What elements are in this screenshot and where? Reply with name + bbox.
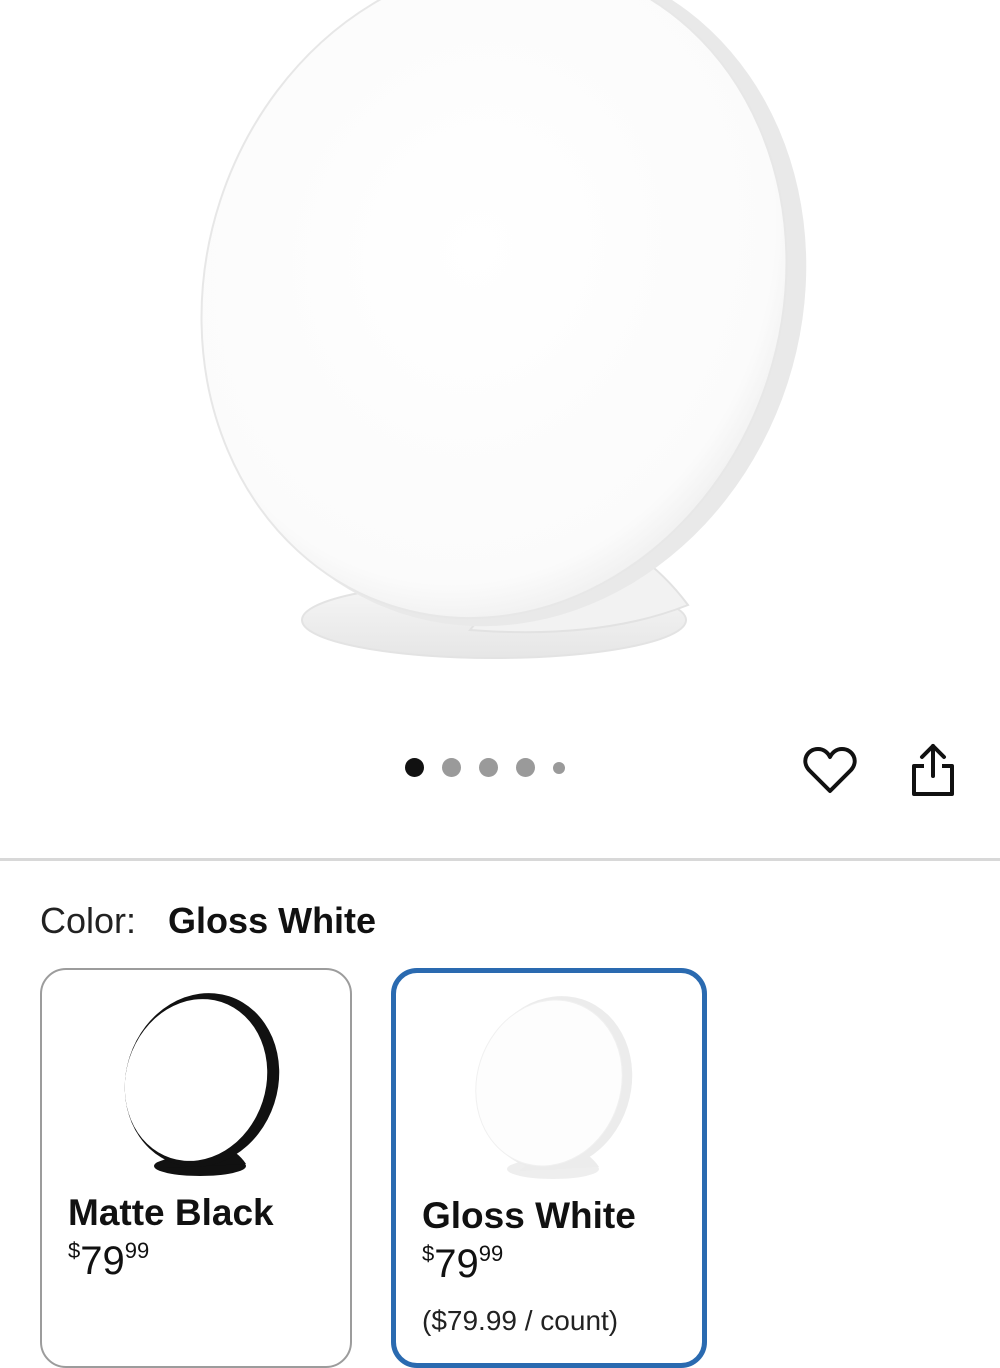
pagination-dot[interactable] [442, 758, 461, 777]
pagination-dot[interactable] [479, 758, 498, 777]
option-name: Gloss White [422, 1195, 636, 1236]
color-option-gloss-white[interactable]: Gloss White $7999 ($79.99 / count) [391, 968, 707, 1368]
gloss-white-thumbnail [475, 996, 633, 1179]
color-option-matte-black[interactable]: Matte Black $7999 [40, 968, 352, 1368]
share-icon [912, 744, 954, 796]
color-selector-label: Color: Gloss White [40, 900, 376, 942]
product-image[interactable] [0, 0, 1000, 720]
heart-outline-icon [803, 747, 857, 793]
favorite-button[interactable] [800, 740, 860, 800]
section-divider [0, 858, 1000, 861]
pagination-dot[interactable] [516, 758, 535, 777]
pagination-dot[interactable] [553, 761, 565, 774]
image-pagination [405, 758, 565, 777]
option-name: Matte Black [68, 1192, 274, 1233]
share-button[interactable] [903, 740, 963, 800]
pagination-dot[interactable] [405, 758, 424, 777]
lamp-illustration [200, 0, 807, 659]
option-unit-price: ($79.99 / count) [422, 1305, 619, 1336]
matte-black-thumbnail [124, 993, 280, 1176]
color-label: Color: [40, 900, 137, 941]
option-price: $7999 [422, 1241, 504, 1286]
selected-color-value: Gloss White [168, 900, 377, 941]
option-price: $7999 [68, 1238, 150, 1283]
